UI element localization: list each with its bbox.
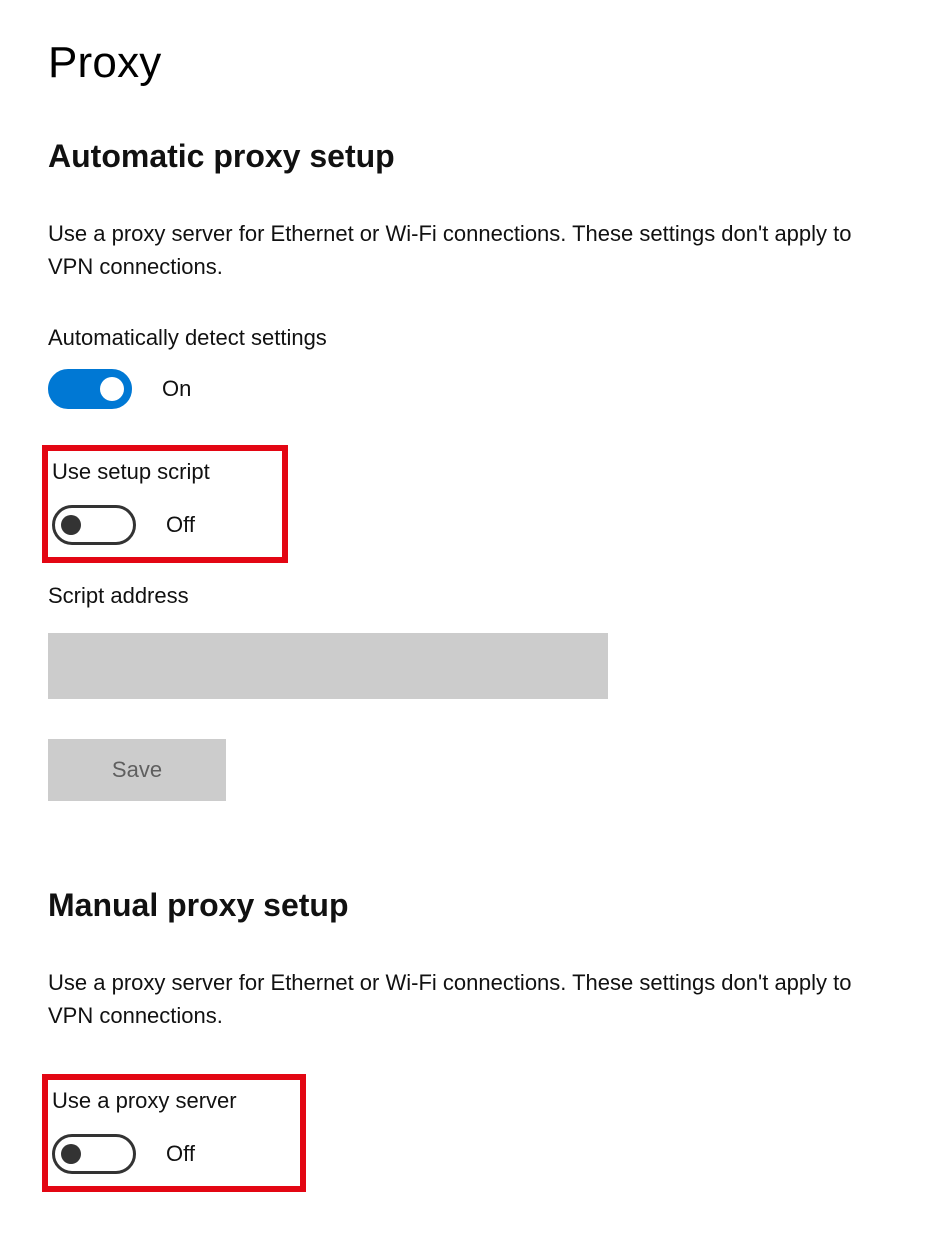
setup-script-state: Off [166, 512, 195, 538]
auto-detect-toggle[interactable] [48, 369, 132, 409]
script-address-label: Script address [48, 583, 894, 609]
toggle-thumb-icon [100, 377, 124, 401]
setup-script-toggle[interactable] [52, 505, 136, 545]
highlight-box-use-proxy: Use a proxy server Off [42, 1074, 306, 1192]
auto-detect-label: Automatically detect settings [48, 325, 894, 351]
highlight-box-setup-script: Use setup script Off [42, 445, 288, 563]
use-proxy-state: Off [166, 1141, 195, 1167]
page-title: Proxy [48, 38, 894, 88]
save-button[interactable]: Save [48, 739, 226, 801]
auto-detect-group: Automatically detect settings On [48, 325, 894, 409]
script-address-input[interactable] [48, 633, 608, 699]
automatic-description: Use a proxy server for Ethernet or Wi-Fi… [48, 217, 878, 283]
manual-description: Use a proxy server for Ethernet or Wi-Fi… [48, 966, 878, 1032]
manual-heading: Manual proxy setup [48, 887, 894, 924]
auto-detect-state: On [162, 376, 191, 402]
use-proxy-toggle[interactable] [52, 1134, 136, 1174]
setup-script-label: Use setup script [52, 459, 272, 485]
automatic-heading: Automatic proxy setup [48, 138, 894, 175]
toggle-thumb-icon [61, 1144, 81, 1164]
toggle-thumb-icon [61, 515, 81, 535]
script-address-group: Script address [48, 583, 894, 699]
use-proxy-label: Use a proxy server [52, 1088, 290, 1114]
